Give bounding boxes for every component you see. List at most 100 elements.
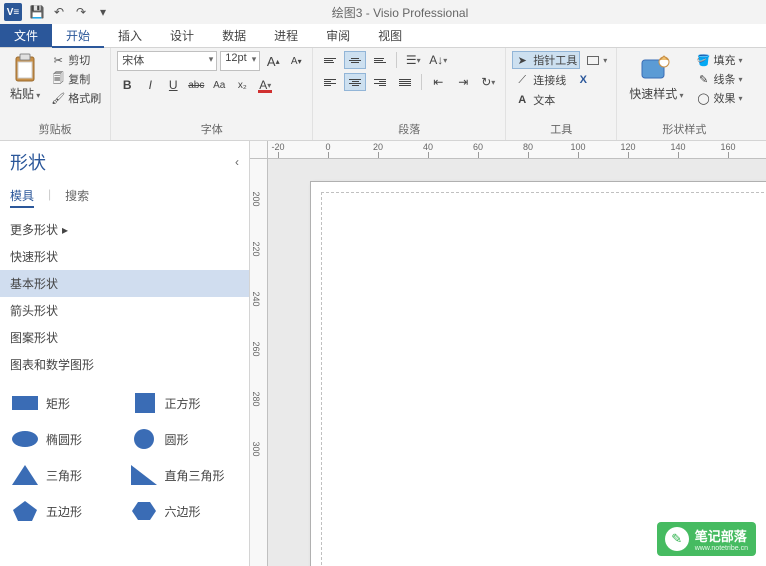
effects-icon: ◯	[697, 91, 711, 105]
rotate-text-button[interactable]: ↻	[477, 73, 499, 91]
pen-icon: ✎	[697, 72, 711, 86]
bucket-icon: 🪣	[697, 53, 711, 67]
connector-icon: ⟋	[515, 73, 529, 87]
page-margin-guide	[321, 192, 766, 566]
align-justify-button[interactable]	[394, 73, 416, 91]
align-center-button[interactable]	[344, 73, 366, 91]
shrink-font-button[interactable]: A▾	[286, 51, 306, 71]
shape-triangle[interactable]: 三角形	[8, 460, 123, 490]
shape-pentagon[interactable]: 五边形	[8, 496, 123, 526]
triangle-icon	[10, 464, 40, 486]
bold-button[interactable]: B	[117, 75, 137, 95]
clipboard-group-label: 剪贴板	[6, 119, 104, 140]
connector-tool-button[interactable]: ⟋ 连接线	[512, 71, 569, 89]
shape-square[interactable]: 正方形	[127, 388, 242, 418]
subscript-button[interactable]: x₂	[232, 75, 252, 95]
rtriangle-icon	[129, 464, 159, 486]
cut-button[interactable]: ✂ 剪切	[48, 51, 104, 69]
tab-design[interactable]: 设计	[156, 24, 208, 47]
copy-label: 复制	[68, 71, 90, 87]
app-icon: V≡	[4, 3, 22, 21]
shapes-tab-search[interactable]: 搜索	[65, 187, 89, 208]
italic-button[interactable]: I	[140, 75, 160, 95]
quick-styles-icon	[640, 53, 672, 83]
horizontal-ruler: -20020406080100120140160180200	[268, 141, 766, 159]
square-icon	[129, 392, 159, 414]
shape-ellipse[interactable]: 椭圆形	[8, 424, 123, 454]
font-size-select[interactable]: 12pt	[220, 51, 260, 71]
redo-button[interactable]: ↷	[70, 1, 92, 23]
shapes-panel-title: 形状	[10, 149, 46, 175]
hexagon-icon	[129, 500, 159, 522]
rect-icon	[10, 392, 40, 414]
bullets-button[interactable]: ☰	[402, 51, 424, 69]
brush-icon: 🖌	[51, 91, 65, 105]
shapes-cat-charts[interactable]: 图表和数学图形	[0, 351, 249, 378]
rectangle-tool-button[interactable]	[584, 51, 610, 69]
tab-insert[interactable]: 插入	[104, 24, 156, 47]
align-top-button[interactable]	[319, 51, 341, 69]
fill-button[interactable]: 🪣 填充	[694, 51, 746, 69]
align-left-button[interactable]	[319, 73, 341, 91]
rect-icon	[587, 56, 599, 65]
shapes-more[interactable]: 更多形状▸	[0, 216, 249, 243]
align-right-button[interactable]	[369, 73, 391, 91]
shapes-cat-quick[interactable]: 快速形状	[0, 243, 249, 270]
underline-button[interactable]: U	[163, 75, 183, 95]
tools-group-label: 工具	[512, 119, 610, 140]
copy-icon: 🗐	[51, 72, 65, 86]
cut-label: 剪切	[68, 52, 90, 68]
align-bottom-button[interactable]	[369, 51, 391, 69]
shape-hexagon[interactable]: 六边形	[127, 496, 242, 526]
strike-button[interactable]: abc	[186, 75, 206, 95]
undo-button[interactable]: ↶	[48, 1, 70, 23]
line-button[interactable]: ✎ 线条	[694, 70, 746, 88]
tab-view[interactable]: 视图	[364, 24, 416, 47]
text-icon: A	[515, 93, 529, 107]
tab-home[interactable]: 开始	[52, 24, 104, 47]
align-middle-button[interactable]	[344, 51, 366, 69]
paste-label: 粘贴	[10, 85, 40, 102]
grow-font-button[interactable]: A▴	[263, 51, 283, 71]
watermark: ✎ 笔记部落 www.notetribe.cn	[657, 522, 756, 556]
pointer-icon: ➤	[515, 53, 529, 67]
qat-customize[interactable]: ▾	[92, 1, 114, 23]
collapse-shapes-icon[interactable]: ‹	[235, 155, 239, 169]
font-color-button[interactable]: A	[255, 75, 275, 95]
format-painter-label: 格式刷	[68, 90, 101, 106]
text-direction-button[interactable]: A↓	[427, 51, 449, 69]
pointer-tool-button[interactable]: ➤ 指针工具	[512, 51, 580, 69]
paragraph-group-label: 段落	[319, 119, 499, 140]
x-icon: X	[576, 73, 590, 87]
effects-button[interactable]: ◯ 效果	[694, 89, 746, 107]
shapes-cat-arrows[interactable]: 箭头形状	[0, 297, 249, 324]
shapes-cat-basic[interactable]: 基本形状	[0, 270, 249, 297]
styles-group-label: 形状样式	[623, 119, 745, 140]
clipboard-icon	[11, 53, 39, 83]
shape-rect[interactable]: 矩形	[8, 388, 123, 418]
ruler-corner	[250, 141, 268, 159]
shapes-cat-patterns[interactable]: 图案形状	[0, 324, 249, 351]
text-tool-button[interactable]: A 文本	[512, 91, 610, 109]
chevron-right-icon: ▸	[62, 223, 68, 237]
tab-process[interactable]: 进程	[260, 24, 312, 47]
circle-icon	[129, 428, 159, 450]
increase-indent-button[interactable]: ⇥	[452, 73, 474, 91]
connection-point-button[interactable]: X	[573, 71, 593, 89]
tab-data[interactable]: 数据	[208, 24, 260, 47]
save-button[interactable]: 💾	[26, 1, 48, 23]
shape-circle[interactable]: 圆形	[127, 424, 242, 454]
paste-button[interactable]: 粘贴	[6, 51, 44, 119]
decrease-indent-button[interactable]: ⇤	[427, 73, 449, 91]
tab-review[interactable]: 审阅	[312, 24, 364, 47]
shape-rtriangle[interactable]: 直角三角形	[127, 460, 242, 490]
shapes-tab-stencil[interactable]: 模具	[10, 187, 34, 208]
tab-file[interactable]: 文件	[0, 24, 52, 47]
drawing-page[interactable]	[310, 181, 766, 566]
change-case-button[interactable]: Aa	[209, 75, 229, 95]
pentagon-icon	[10, 500, 40, 522]
copy-button[interactable]: 🗐 复制	[48, 70, 104, 88]
font-name-select[interactable]: 宋体	[117, 51, 217, 71]
format-painter-button[interactable]: 🖌 格式刷	[48, 89, 104, 107]
quick-styles-button[interactable]: 快速样式	[623, 51, 689, 119]
